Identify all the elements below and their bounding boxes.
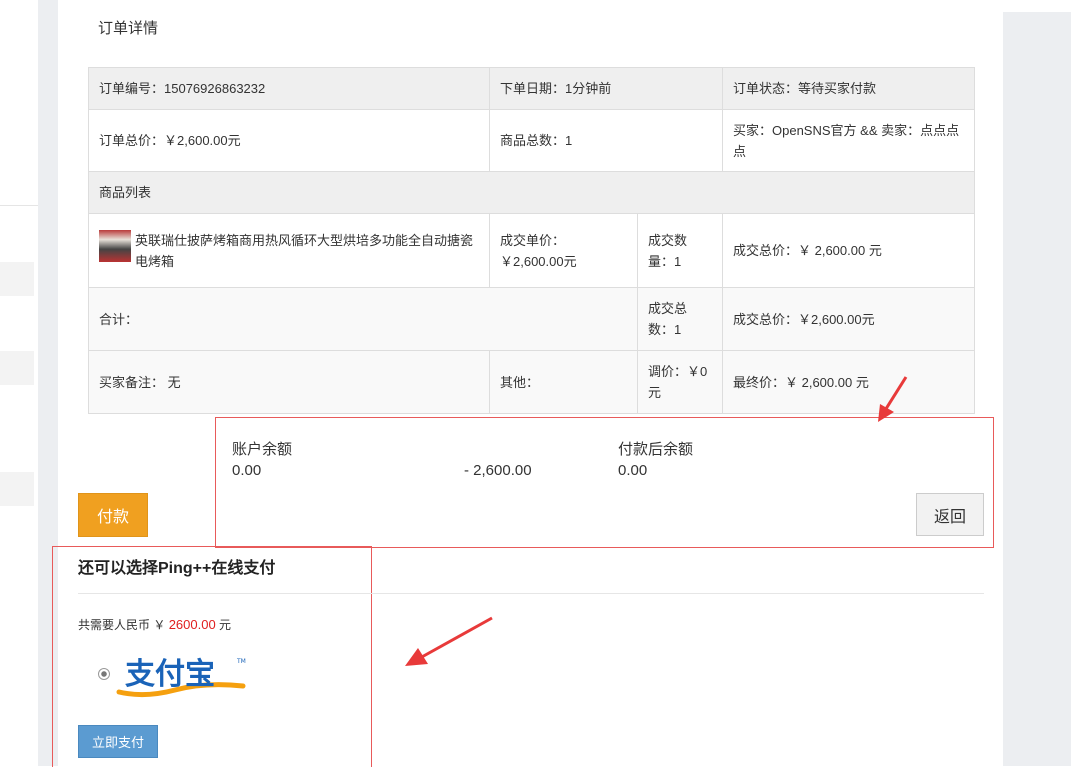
order-number-cell: 订单编号：15076926863232	[88, 67, 490, 110]
order-total: ￥2,600.00元	[164, 133, 241, 148]
table-row: 订单编号：15076926863232 下单日期：1分钟前 订单状态：等待买家付…	[88, 67, 975, 110]
product-unit-price: 成交单价：￥2,600.00元	[489, 213, 638, 288]
summary-count: 成交总数：1	[637, 287, 723, 351]
product-cell: 英联瑞仕披萨烤箱商用热风循环大型烘培多功能全自动搪瓷电烤箱	[88, 213, 490, 288]
order-date: 1分钟前	[565, 81, 612, 96]
order-parties: 买家：OpenSNS官方 && 卖家：点点点点	[722, 109, 975, 172]
required-amount: 共需要人民币 ￥ 2600.00 元	[78, 617, 232, 632]
other-label: 其他：	[489, 350, 638, 414]
deduct-amount: - 2,600.00	[464, 462, 532, 479]
product-thumbnail[interactable]	[99, 229, 131, 262]
left-menu-item[interactable]	[0, 472, 34, 506]
product-list-header: 商品列表	[88, 171, 975, 214]
annotation-arrow-icon	[878, 376, 908, 422]
pay-now-button[interactable]: 立即支付	[78, 725, 158, 758]
left-menu-panel	[0, 205, 38, 594]
order-date-cell: 下单日期：1分钟前	[489, 67, 723, 110]
product-total: 成交总价：￥ 2,600.00 元	[722, 213, 975, 288]
account-balance-label: 账户余额	[232, 441, 293, 458]
right-gutter	[1003, 12, 1071, 766]
svg-text:TM: TM	[236, 658, 246, 665]
order-status-cell: 订单状态：等待买家付款	[722, 67, 975, 110]
order-qty-cell: 商品总数：1	[489, 109, 723, 172]
required-amount-value: 2600.00	[168, 617, 216, 632]
order-number: 15076926863232	[164, 81, 266, 96]
table-row: 买家备注： 无 其他： 调价：￥0元 最终价：￥ 2,600.00 元	[88, 350, 975, 414]
table-row: 英联瑞仕披萨烤箱商用热风循环大型烘培多功能全自动搪瓷电烤箱 成交单价：￥2,60…	[88, 213, 975, 288]
balance-annotation-box	[215, 417, 994, 548]
pay-button[interactable]: 付款	[78, 493, 148, 537]
account-balance-value: 0.00	[232, 462, 262, 479]
alipay-radio[interactable]	[98, 668, 110, 680]
table-row: 合计： 成交总数：1 成交总价：￥2,600.00元	[88, 287, 975, 351]
page-title: 订单详情	[98, 20, 159, 37]
ping-section-title: 还可以选择Ping++在线支付	[78, 560, 276, 577]
order-status: 等待买家付款	[798, 81, 877, 96]
summary-label: 合计：	[88, 287, 638, 351]
divider	[78, 593, 984, 594]
price-adjust: 调价：￥0元	[637, 350, 723, 414]
left-menu-item[interactable]	[0, 262, 34, 296]
order-detail-table: 订单编号：15076926863232 下单日期：1分钟前 订单状态：等待买家付…	[88, 67, 975, 414]
order-total-cell: 订单总价：￥2,600.00元	[88, 109, 490, 172]
left-menu-item[interactable]	[0, 351, 34, 385]
order-qty: 1	[565, 133, 573, 148]
product-name-link[interactable]: 英联瑞仕披萨烤箱商用热风循环大型烘培多功能全自动搪瓷电烤箱	[135, 230, 479, 272]
buyer-note: 买家备注： 无	[88, 350, 490, 414]
back-button[interactable]: 返回	[916, 493, 984, 536]
annotation-arrow-icon	[405, 616, 493, 666]
table-row: 订单总价：￥2,600.00元 商品总数：1 买家：OpenSNS官方 && 卖…	[88, 109, 975, 172]
after-balance-value: 0.00	[618, 462, 648, 479]
after-balance-label: 付款后余额	[618, 441, 694, 458]
table-row: 商品列表	[88, 171, 975, 214]
alipay-logo-icon[interactable]: 支付宝 TM	[115, 654, 247, 698]
summary-total: 成交总价：￥2,600.00元	[722, 287, 975, 351]
product-quantity: 成交数量：1	[637, 213, 723, 288]
alipay-logo-text: 支付宝	[125, 657, 215, 692]
final-price: 最终价：￥ 2,600.00 元	[722, 350, 975, 414]
